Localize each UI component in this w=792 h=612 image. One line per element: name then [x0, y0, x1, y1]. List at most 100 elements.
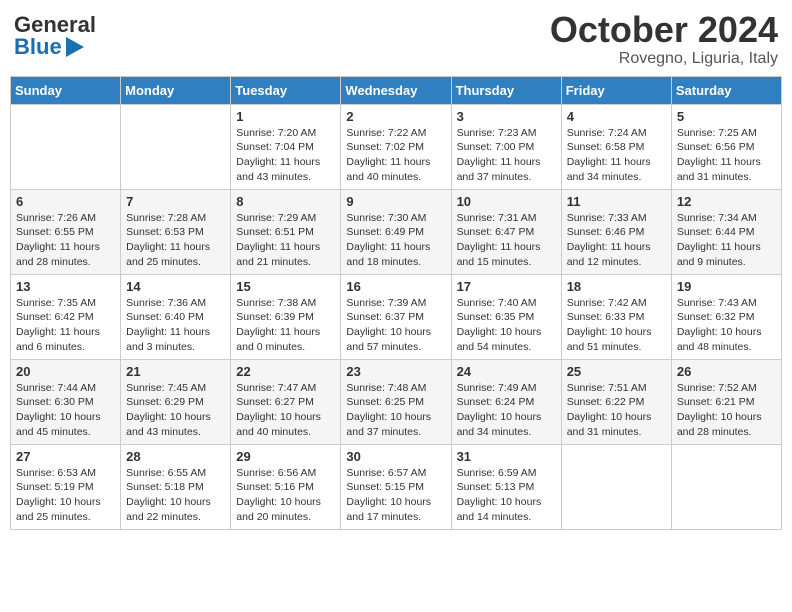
day-number: 16 — [346, 279, 445, 294]
day-number: 12 — [677, 194, 776, 209]
day-info: Sunrise: 7:36 AM Sunset: 6:40 PM Dayligh… — [126, 296, 225, 355]
day-info: Sunrise: 7:44 AM Sunset: 6:30 PM Dayligh… — [16, 381, 115, 440]
day-info: Sunrise: 7:24 AM Sunset: 6:58 PM Dayligh… — [567, 126, 666, 185]
day-number: 9 — [346, 194, 445, 209]
calendar-cell: 10Sunrise: 7:31 AM Sunset: 6:47 PM Dayli… — [451, 189, 561, 274]
day-number: 31 — [457, 449, 556, 464]
calendar-day-header: Sunday — [11, 76, 121, 104]
calendar-cell: 8 Sunrise: 7:29 AM Sunset: 6:51 PM Daylig… — [231, 189, 341, 274]
day-info: Sunrise: 7:20 AM Sunset: 7:04 PM Dayligh… — [236, 126, 335, 185]
day-info: Sunrise: 7:42 AM Sunset: 6:33 PM Dayligh… — [567, 296, 666, 355]
day-info: Sunrise: 7:30 AM Sunset: 6:49 PM Dayligh… — [346, 211, 445, 270]
calendar-cell: 29Sunrise: 6:56 AM Sunset: 5:16 PM Dayli… — [231, 444, 341, 529]
day-number: 7 — [126, 194, 225, 209]
day-number: 24 — [457, 364, 556, 379]
day-number: 20 — [16, 364, 115, 379]
day-number: 19 — [677, 279, 776, 294]
day-info: Sunrise: 7:48 AM Sunset: 6:25 PM Dayligh… — [346, 381, 445, 440]
day-number: 26 — [677, 364, 776, 379]
day-info: Sunrise: 7:40 AM Sunset: 6:35 PM Dayligh… — [457, 296, 556, 355]
calendar-day-header: Friday — [561, 76, 671, 104]
logo: General Blue — [14, 14, 96, 58]
calendar-cell: 31 Sunrise: 6:59 AM Sunset: 5:13 PM Dayli… — [451, 444, 561, 529]
day-number: 1 — [236, 109, 335, 124]
calendar-week-row: 1 Sunrise: 7:20 AM Sunset: 7:04 PM Daylig… — [11, 104, 782, 189]
day-number: 15 — [236, 279, 335, 294]
calendar-cell: 7 Sunrise: 7:28 AM Sunset: 6:53 PM Daylig… — [121, 189, 231, 274]
day-number: 17 — [457, 279, 556, 294]
day-number: 25 — [567, 364, 666, 379]
day-number: 5 — [677, 109, 776, 124]
calendar-cell — [121, 104, 231, 189]
day-number: 23 — [346, 364, 445, 379]
calendar-cell — [11, 104, 121, 189]
calendar-cell: 28 Sunrise: 6:55 AM Sunset: 5:18 PM Dayli… — [121, 444, 231, 529]
page-header: General Blue October 2024 Rovegno, Ligur… — [10, 10, 782, 68]
day-info: Sunrise: 6:57 AM Sunset: 5:15 PM Dayligh… — [346, 466, 445, 525]
logo-arrow-icon — [66, 37, 84, 57]
day-number: 30 — [346, 449, 445, 464]
day-info: Sunrise: 7:35 AM Sunset: 6:42 PM Dayligh… — [16, 296, 115, 355]
calendar-cell — [671, 444, 781, 529]
day-info: Sunrise: 6:56 AM Sunset: 5:16 PM Dayligh… — [236, 466, 335, 525]
calendar-week-row: 6 Sunrise: 7:26 AM Sunset: 6:55 PM Daylig… — [11, 189, 782, 274]
day-info: Sunrise: 7:39 AM Sunset: 6:37 PM Dayligh… — [346, 296, 445, 355]
calendar-cell: 12Sunrise: 7:34 AM Sunset: 6:44 PM Dayli… — [671, 189, 781, 274]
day-number: 8 — [236, 194, 335, 209]
calendar-cell: 3Sunrise: 7:23 AM Sunset: 7:00 PM Daylig… — [451, 104, 561, 189]
calendar-day-header: Thursday — [451, 76, 561, 104]
month-title: October 2024 — [550, 10, 778, 50]
calendar-cell: 1 Sunrise: 7:20 AM Sunset: 7:04 PM Daylig… — [231, 104, 341, 189]
day-info: Sunrise: 7:29 AM Sunset: 6:51 PM Dayligh… — [236, 211, 335, 270]
calendar-cell: 2Sunrise: 7:22 AM Sunset: 7:02 PM Daylig… — [341, 104, 451, 189]
calendar-day-header: Monday — [121, 76, 231, 104]
day-info: Sunrise: 7:26 AM Sunset: 6:55 PM Dayligh… — [16, 211, 115, 270]
day-info: Sunrise: 7:51 AM Sunset: 6:22 PM Dayligh… — [567, 381, 666, 440]
calendar-cell: 6 Sunrise: 7:26 AM Sunset: 6:55 PM Daylig… — [11, 189, 121, 274]
day-info: Sunrise: 7:49 AM Sunset: 6:24 PM Dayligh… — [457, 381, 556, 440]
calendar-table: SundayMondayTuesdayWednesdayThursdayFrid… — [10, 76, 782, 530]
calendar-cell: 20 Sunrise: 7:44 AM Sunset: 6:30 PM Dayli… — [11, 359, 121, 444]
calendar-cell: 13 Sunrise: 7:35 AM Sunset: 6:42 PM Dayli… — [11, 274, 121, 359]
day-info: Sunrise: 7:25 AM Sunset: 6:56 PM Dayligh… — [677, 126, 776, 185]
calendar-day-header: Tuesday — [231, 76, 341, 104]
day-info: Sunrise: 7:43 AM Sunset: 6:32 PM Dayligh… — [677, 296, 776, 355]
day-number: 10 — [457, 194, 556, 209]
calendar-cell: 22Sunrise: 7:47 AM Sunset: 6:27 PM Dayli… — [231, 359, 341, 444]
calendar-week-row: 13 Sunrise: 7:35 AM Sunset: 6:42 PM Dayli… — [11, 274, 782, 359]
calendar-cell — [561, 444, 671, 529]
day-info: Sunrise: 7:52 AM Sunset: 6:21 PM Dayligh… — [677, 381, 776, 440]
day-info: Sunrise: 7:47 AM Sunset: 6:27 PM Dayligh… — [236, 381, 335, 440]
calendar-day-header: Saturday — [671, 76, 781, 104]
day-number: 4 — [567, 109, 666, 124]
calendar-cell: 27Sunrise: 6:53 AM Sunset: 5:19 PM Dayli… — [11, 444, 121, 529]
calendar-cell: 24 Sunrise: 7:49 AM Sunset: 6:24 PM Dayli… — [451, 359, 561, 444]
day-number: 28 — [126, 449, 225, 464]
day-number: 3 — [457, 109, 556, 124]
calendar-cell: 16 Sunrise: 7:39 AM Sunset: 6:37 PM Dayli… — [341, 274, 451, 359]
calendar-cell: 25 Sunrise: 7:51 AM Sunset: 6:22 PM Dayli… — [561, 359, 671, 444]
calendar-cell: 18Sunrise: 7:42 AM Sunset: 6:33 PM Dayli… — [561, 274, 671, 359]
calendar-cell: 11Sunrise: 7:33 AM Sunset: 6:46 PM Dayli… — [561, 189, 671, 274]
calendar-cell: 21Sunrise: 7:45 AM Sunset: 6:29 PM Dayli… — [121, 359, 231, 444]
title-section: October 2024 Rovegno, Liguria, Italy — [550, 10, 778, 68]
day-info: Sunrise: 7:38 AM Sunset: 6:39 PM Dayligh… — [236, 296, 335, 355]
day-number: 21 — [126, 364, 225, 379]
calendar-cell: 15 Sunrise: 7:38 AM Sunset: 6:39 PM Dayli… — [231, 274, 341, 359]
calendar-cell: 4 Sunrise: 7:24 AM Sunset: 6:58 PM Daylig… — [561, 104, 671, 189]
day-info: Sunrise: 7:28 AM Sunset: 6:53 PM Dayligh… — [126, 211, 225, 270]
day-info: Sunrise: 6:55 AM Sunset: 5:18 PM Dayligh… — [126, 466, 225, 525]
calendar-cell: 26 Sunrise: 7:52 AM Sunset: 6:21 PM Dayli… — [671, 359, 781, 444]
day-info: Sunrise: 6:59 AM Sunset: 5:13 PM Dayligh… — [457, 466, 556, 525]
calendar-cell: 17 Sunrise: 7:40 AM Sunset: 6:35 PM Dayli… — [451, 274, 561, 359]
day-info: Sunrise: 6:53 AM Sunset: 5:19 PM Dayligh… — [16, 466, 115, 525]
calendar-cell: 14Sunrise: 7:36 AM Sunset: 6:40 PM Dayli… — [121, 274, 231, 359]
calendar-header-row: SundayMondayTuesdayWednesdayThursdayFrid… — [11, 76, 782, 104]
day-info: Sunrise: 7:22 AM Sunset: 7:02 PM Dayligh… — [346, 126, 445, 185]
calendar-cell: 5 Sunrise: 7:25 AM Sunset: 6:56 PM Daylig… — [671, 104, 781, 189]
calendar-week-row: 27Sunrise: 6:53 AM Sunset: 5:19 PM Dayli… — [11, 444, 782, 529]
calendar-day-header: Wednesday — [341, 76, 451, 104]
day-number: 13 — [16, 279, 115, 294]
day-number: 11 — [567, 194, 666, 209]
day-number: 6 — [16, 194, 115, 209]
